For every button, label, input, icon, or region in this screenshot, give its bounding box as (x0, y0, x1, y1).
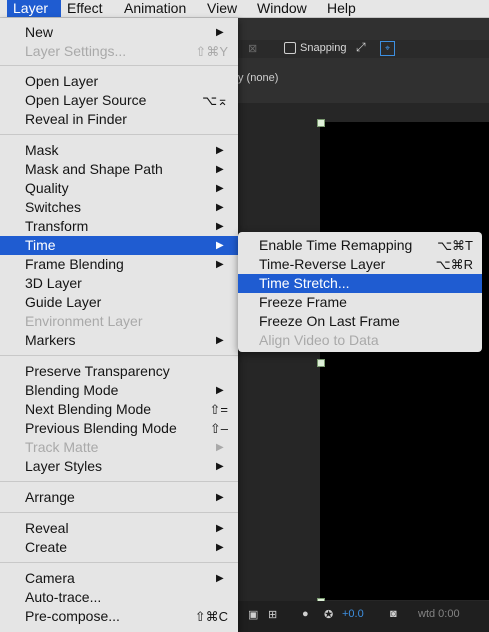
menu-item-open-layer[interactable]: Open Layer (0, 72, 238, 91)
menu-item-track-matte: Track Matte ▶ (25, 439, 224, 455)
submenu-arrow-icon: ▶ (216, 145, 224, 156)
menu-item-pre-compose[interactable]: Pre-compose... ⇧⌘C (0, 607, 238, 626)
magnet-icon[interactable]: ⊠ (248, 42, 257, 55)
submenu-arrow-icon: ▶ (216, 259, 224, 270)
submenu-arrow-icon: ▶ (216, 461, 224, 472)
snap-target-icon[interactable]: ⌖ (380, 41, 395, 56)
menu-item-reveal-in-finder[interactable]: Reveal in Finder (0, 110, 238, 129)
menubar-help[interactable]: Help (327, 0, 356, 17)
submenu-arrow-icon: ▶ (216, 202, 224, 213)
menu-item-time[interactable]: Time ▶ (0, 236, 238, 255)
menu-item-previous-blending-mode[interactable]: Previous Blending Mode ⇧– (0, 419, 238, 438)
menu-item-arrange[interactable]: Arrange ▶ (0, 488, 238, 507)
submenu-item-time-stretch[interactable]: Time Stretch... (238, 274, 482, 293)
submenu-arrow-icon: ▶ (216, 164, 224, 175)
viewer-status-bar: ▣ ⊞ ● ✪ +0.0 ◙ wtd 0:00 (238, 601, 489, 632)
exposure-value[interactable]: +0.0 (342, 608, 364, 620)
menu-item-mask-and-shape-path[interactable]: Mask and Shape Path ▶ (0, 160, 238, 179)
menubar-window[interactable]: Window (257, 0, 307, 17)
submenu-item-enable-time-remapping[interactable]: Enable Time Remapping ⌥⌘T (238, 236, 482, 255)
menu-separator (0, 355, 238, 356)
time-submenu: Enable Time Remapping ⌥⌘T Time-Reverse La… (238, 232, 482, 352)
menu-separator (0, 481, 238, 482)
menu-item-new[interactable]: New ▶ (0, 23, 238, 42)
submenu-item-align-video-to-data: Align Video to Data (259, 332, 379, 348)
transform-handle[interactable] (317, 119, 325, 127)
expand-arrow-icon[interactable]: ⤢ (356, 40, 366, 55)
watermark: wtd 0:00 (418, 608, 460, 620)
menubar-animation[interactable]: Animation (124, 0, 186, 17)
menu-item-camera[interactable]: Camera ▶ (0, 569, 238, 588)
menu-item-layer-styles[interactable]: Layer Styles ▶ (0, 457, 238, 476)
menu-separator (0, 134, 238, 135)
menu-item-auto-trace[interactable]: Auto-trace... (0, 588, 238, 607)
color-channels-icon[interactable]: ● (302, 608, 309, 620)
menu-item-transform[interactable]: Transform ▶ (0, 217, 238, 236)
submenu-arrow-icon: ▶ (216, 442, 224, 453)
menu-item-open-layer-source[interactable]: Open Layer Source ⌥⌅ (0, 91, 238, 110)
menubar-effect[interactable]: Effect (67, 0, 103, 17)
menu-separator (0, 65, 238, 66)
menu-item-reveal[interactable]: Reveal ▶ (0, 519, 238, 538)
menu-item-frame-blending[interactable]: Frame Blending ▶ (0, 255, 238, 274)
region-icon[interactable]: ▣ (248, 608, 258, 621)
menu-item-guide-layer[interactable]: Guide Layer (0, 293, 238, 312)
composition-viewer[interactable] (320, 122, 489, 600)
submenu-arrow-icon: ▶ (216, 240, 224, 251)
submenu-arrow-icon: ▶ (216, 573, 224, 584)
menubar-view[interactable]: View (207, 0, 237, 17)
menu-item-next-blending-mode[interactable]: Next Blending Mode ⇧= (0, 400, 238, 419)
menubar-layer[interactable]: Layer (7, 0, 61, 17)
menu-item-mask[interactable]: Mask ▶ (0, 141, 238, 160)
submenu-arrow-icon: ▶ (216, 492, 224, 503)
transform-handle[interactable] (317, 359, 325, 367)
camera-icon[interactable]: ◙ (390, 608, 397, 620)
submenu-arrow-icon: ▶ (216, 27, 224, 38)
menu-item-3d-layer[interactable]: 3D Layer (0, 274, 238, 293)
submenu-item-freeze-on-last-frame[interactable]: Freeze On Last Frame (238, 312, 482, 331)
parent-none-label: y (none) (238, 72, 279, 84)
submenu-arrow-icon: ▶ (216, 385, 224, 396)
menu-item-environment-layer: Environment Layer (25, 313, 143, 329)
menu-item-preserve-transparency[interactable]: Preserve Transparency (0, 362, 238, 381)
menu-item-create[interactable]: Create ▶ (0, 538, 238, 557)
menu-separator (0, 562, 238, 563)
snapping-checkbox[interactable] (284, 42, 296, 54)
menu-item-layer-settings: Layer Settings... ⇧⌘Y (25, 43, 228, 59)
submenu-arrow-icon: ▶ (216, 221, 224, 232)
submenu-item-freeze-frame[interactable]: Freeze Frame (238, 293, 482, 312)
exposure-icon[interactable]: ✪ (324, 608, 333, 621)
submenu-arrow-icon: ▶ (216, 335, 224, 346)
menu-separator (0, 512, 238, 513)
menu-item-blending-mode[interactable]: Blending Mode ▶ (0, 381, 238, 400)
grid-icon[interactable]: ⊞ (268, 608, 277, 621)
menu-bar: Layer Effect Animation View Window Help (0, 0, 489, 18)
submenu-arrow-icon: ▶ (216, 523, 224, 534)
snapping-label: Snapping (300, 42, 347, 54)
menu-item-switches[interactable]: Switches ▶ (0, 198, 238, 217)
layer-menu: New ▶ Layer Settings... ⇧⌘Y Open Layer Ope… (0, 18, 238, 632)
submenu-arrow-icon: ▶ (216, 542, 224, 553)
submenu-arrow-icon: ▶ (216, 183, 224, 194)
menu-item-markers[interactable]: Markers ▶ (0, 331, 238, 350)
submenu-item-time-reverse-layer[interactable]: Time-Reverse Layer ⌥⌘R (238, 255, 482, 274)
menu-item-quality[interactable]: Quality ▶ (0, 179, 238, 198)
